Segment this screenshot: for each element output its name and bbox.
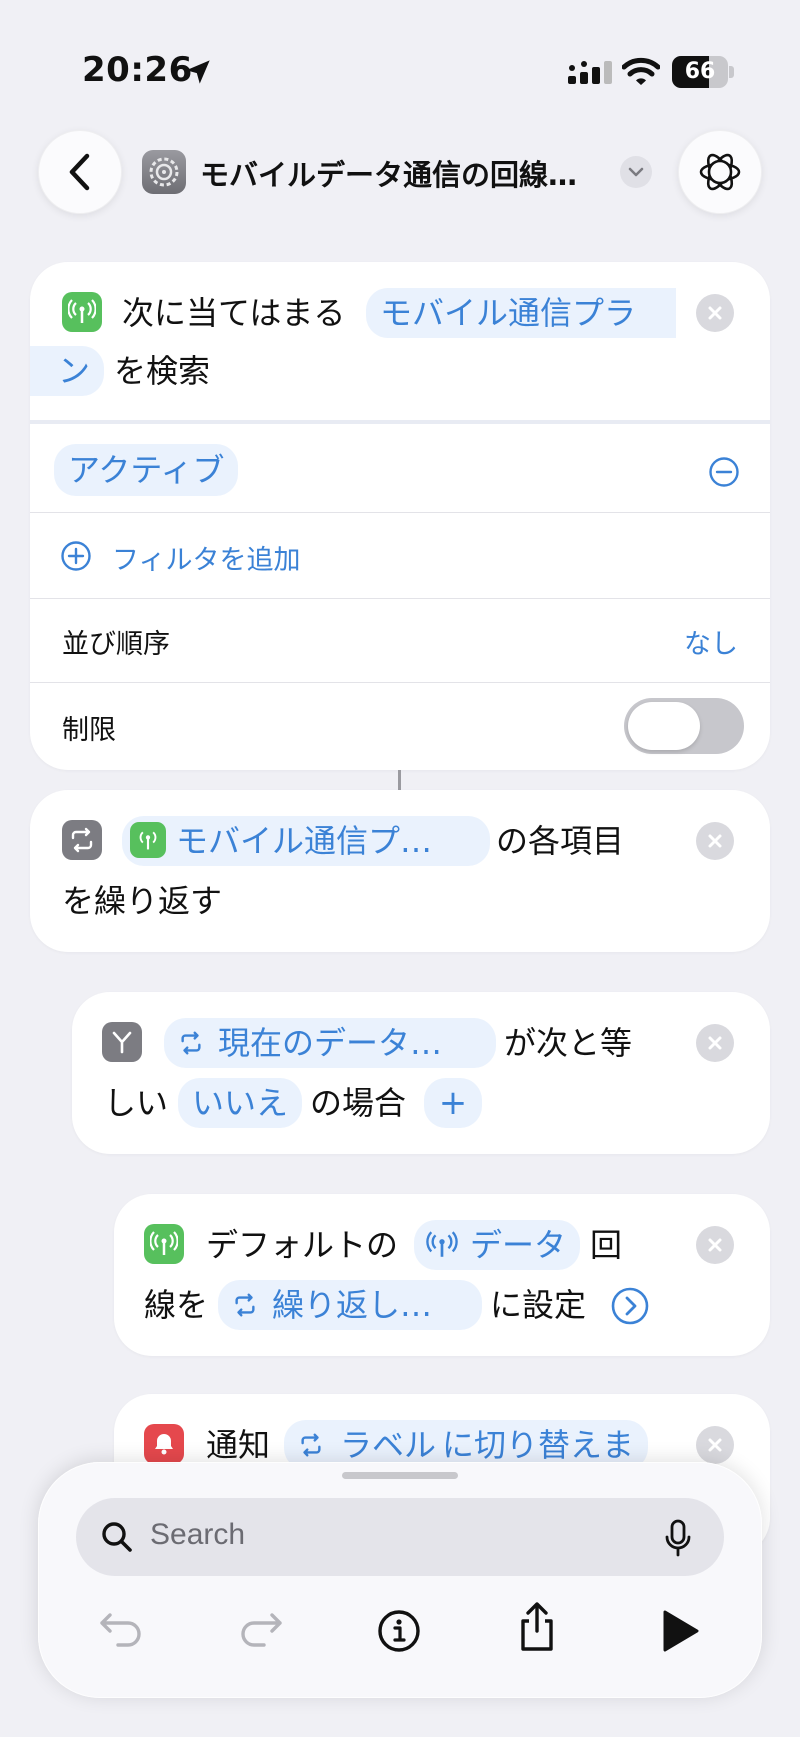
- remove-action-button[interactable]: [696, 1226, 734, 1264]
- repeat-icon: [71, 827, 93, 853]
- divider: [30, 512, 770, 513]
- close-icon: [708, 306, 722, 320]
- info-button[interactable]: [374, 1606, 424, 1656]
- settings-app-icon: [142, 150, 186, 194]
- status-time: 20:26: [82, 50, 193, 90]
- cellular-action-icon: [62, 292, 102, 332]
- repeat-line2-text: を繰り返す: [62, 882, 223, 920]
- location-arrow-icon: [186, 60, 210, 84]
- title-menu-button[interactable]: [620, 156, 652, 188]
- cellular-action-icon: [144, 1224, 184, 1264]
- repeat-variable-icon: [181, 1031, 201, 1055]
- limit-toggle[interactable]: [624, 698, 744, 754]
- chevron-left-icon: [69, 153, 90, 191]
- if-variable-pill[interactable]: 現在のデータ…: [164, 1018, 496, 1068]
- repeat-variable-icon: [235, 1293, 255, 1317]
- antenna-icon: [150, 1231, 178, 1255]
- share-icon: [521, 1602, 553, 1651]
- battery-indicator: 66: [672, 56, 734, 88]
- add-filter-button[interactable]: フィルタを追加: [112, 538, 300, 577]
- info-icon: [378, 1610, 420, 1652]
- section-divider: [30, 420, 770, 424]
- sort-label: 並び順序: [62, 629, 170, 660]
- add-condition-button[interactable]: +: [424, 1078, 482, 1128]
- cellular-signal-icon: [568, 61, 612, 84]
- set-default-line-card[interactable]: デフォルトの データ 回 線を 繰り返し… に設定: [114, 1194, 770, 1356]
- close-icon: [708, 1036, 722, 1050]
- set-text-4: に設定: [490, 1286, 587, 1324]
- close-icon: [708, 834, 722, 848]
- branch-icon: [112, 1031, 132, 1054]
- repeat-suffix-text: の各項目: [496, 822, 625, 860]
- filter-value-pill[interactable]: アクティブ: [54, 444, 239, 496]
- redo-button[interactable]: [236, 1606, 286, 1656]
- bell-icon: [155, 1434, 173, 1455]
- redo-icon: [241, 1613, 282, 1647]
- repeat-variable-icon: [301, 1433, 321, 1457]
- if-value-pill[interactable]: いいえ: [178, 1078, 303, 1128]
- find-action-card[interactable]: 次に当てはまる モバイル通信プラ ン を検索 アクティブ フィルタを追加 並び順…: [30, 262, 770, 770]
- expand-chevron-icon[interactable]: [610, 1286, 650, 1326]
- if-action-icon: [102, 1022, 142, 1062]
- repeat-variable-pill[interactable]: モバイル通信プ…: [122, 816, 490, 866]
- if-action-card[interactable]: 現在のデータ… が次と等 しい いいえ の場合 +: [72, 992, 770, 1154]
- close-icon: [708, 1438, 722, 1452]
- remove-action-button[interactable]: [696, 822, 734, 860]
- notification-action-icon: [144, 1424, 184, 1464]
- set-text-3: 線を: [144, 1286, 209, 1324]
- remove-action-button[interactable]: [696, 1024, 734, 1062]
- shortcut-title[interactable]: モバイルデータ通信の回線…: [200, 152, 600, 194]
- set-prefix-text: デフォルトの: [206, 1226, 399, 1264]
- sort-value-button[interactable]: なし: [684, 622, 738, 661]
- action-connector: [398, 770, 401, 790]
- share-button[interactable]: [512, 1602, 562, 1652]
- divider: [30, 598, 770, 599]
- remove-action-button[interactable]: [696, 1426, 734, 1464]
- chevron-down-icon: [628, 167, 644, 177]
- sheet-grabber[interactable]: [342, 1472, 458, 1479]
- back-button[interactable]: [38, 130, 122, 214]
- wifi-icon: [622, 57, 660, 85]
- run-button[interactable]: [654, 1606, 704, 1656]
- divider: [30, 682, 770, 683]
- search-icon: [102, 1522, 132, 1552]
- remove-action-button[interactable]: [696, 294, 734, 332]
- if-case-text: の場合: [310, 1084, 407, 1122]
- shortcut-settings-button[interactable]: [678, 130, 762, 214]
- microphone-icon[interactable]: [664, 1518, 692, 1558]
- battery-percentage: 66: [684, 59, 716, 84]
- limit-label: 制限: [62, 715, 116, 746]
- antenna-icon: [68, 299, 96, 323]
- play-icon: [663, 1610, 699, 1652]
- cellular-variable-icon: [130, 822, 166, 858]
- find-prefix-text: 次に当てはまる: [122, 294, 346, 332]
- find-suffix-text: を検索: [114, 352, 211, 390]
- find-type-param[interactable]: モバイル通信プラ: [366, 288, 677, 338]
- add-filter-icon: [61, 541, 91, 571]
- find-type-param-cont[interactable]: ン: [30, 346, 105, 396]
- if-condition-text-2: しい: [104, 1084, 169, 1122]
- undo-button[interactable]: [96, 1606, 146, 1656]
- antenna-icon: [139, 831, 157, 850]
- close-icon: [708, 1238, 722, 1252]
- repeat-action-icon: [62, 820, 102, 860]
- search-placeholder: Search: [150, 1518, 246, 1551]
- remove-filter-icon[interactable]: [708, 456, 740, 488]
- set-text-2: 回: [590, 1226, 623, 1264]
- if-condition-text: が次と等: [504, 1024, 633, 1062]
- antenna-icon: [426, 1231, 458, 1257]
- settings-flower-icon: [699, 153, 741, 191]
- repeat-action-card[interactable]: モバイル通信プ… の各項目 を繰り返す: [30, 790, 770, 952]
- undo-icon: [100, 1613, 141, 1647]
